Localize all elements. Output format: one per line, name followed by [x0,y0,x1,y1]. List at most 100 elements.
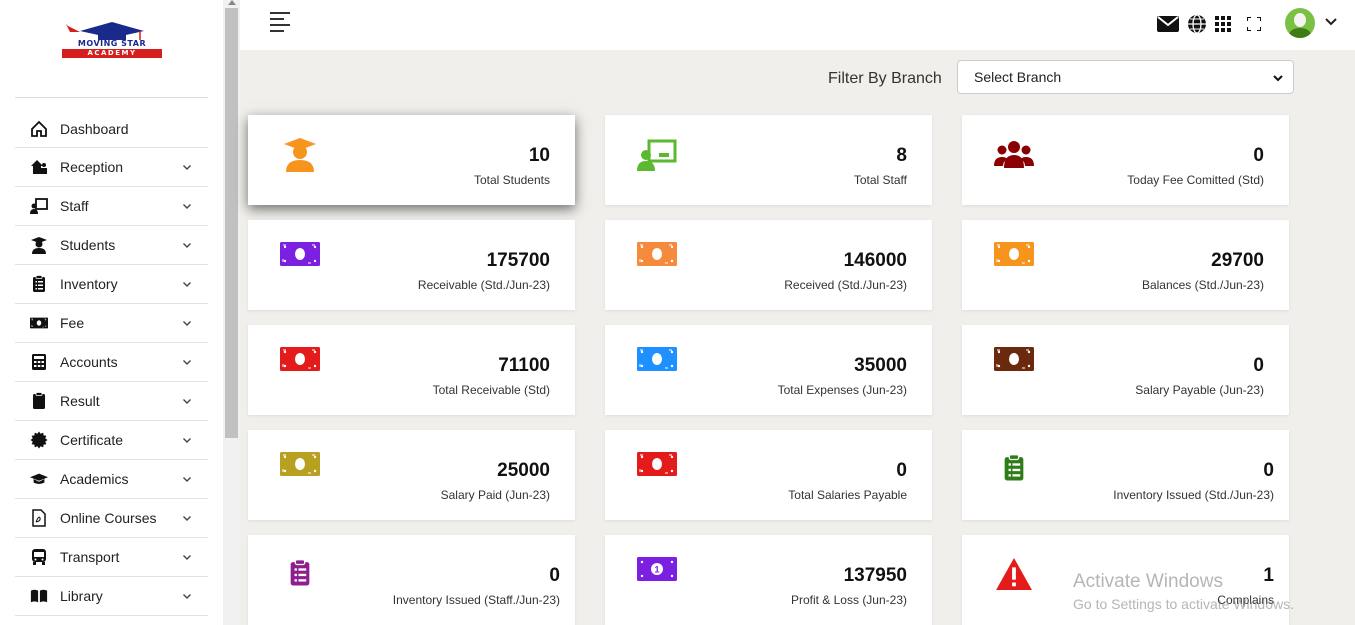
graduation-cap-icon [29,469,49,489]
stat-label: Total Receivable (Std) [432,383,550,397]
money-icon [278,347,322,391]
stat-value: 0 [1253,355,1264,376]
stat-value: 29700 [1211,250,1264,271]
stat-card[interactable]: 0 Inventory Issued (Std./Jun-23) [962,430,1289,520]
stat-label: Inventory Issued (Staff./Jun-23) [392,593,560,607]
money-icon [992,242,1036,286]
chevron-down-icon [183,399,191,404]
stat-card[interactable]: 0 Salary Payable (Jun-23) [962,325,1289,415]
stat-card[interactable]: 71100 Total Receivable (Std) [248,325,575,415]
branch-select-value: Select Branch [974,69,1062,85]
stat-card[interactable]: 0 Inventory Issued (Staff./Jun-23) [248,535,575,625]
chevron-down-icon [183,555,191,560]
scroll-up-arrow[interactable] [228,0,236,5]
sidebar-item-online-courses[interactable]: Online Courses [15,499,208,538]
student-icon [29,235,49,255]
branch-select[interactable]: Select Branch [957,60,1294,94]
stat-label: Today Fee Comitted (Std) [1127,173,1264,187]
stat-card[interactable]: 146000 Received (Std./Jun-23) [605,220,932,310]
chevron-down-icon [183,477,191,482]
clipboard-list-icon [278,557,322,601]
grid-icon[interactable] [1212,13,1234,35]
student-icon [278,135,322,179]
sidebar-item-label: Result [60,393,100,409]
sidebar-item-certificate[interactable]: Certificate [15,421,208,460]
home-icon [29,119,49,139]
stat-card[interactable]: 8 Total Staff [605,115,932,205]
brand-name: MOVING STAR [77,39,147,48]
stat-value: 0 [896,460,907,481]
clipboard-list-icon [992,452,1036,496]
stat-card[interactable]: 175700 Receivable (Std./Jun-23) [248,220,575,310]
sidebar-item-label: Certificate [60,432,124,448]
chevron-down-icon [183,282,191,287]
mail-icon[interactable] [1157,13,1179,35]
chevron-down-icon [183,243,191,248]
sidebar-menu: Dashboard Reception Staff Students Inventory… [15,111,208,616]
sidebar-item-academics[interactable]: Academics [15,460,208,499]
sidebar-item-result[interactable]: Result [15,382,208,421]
stat-value: 8 [896,145,907,166]
sidebar-item-label: Staff [60,198,89,214]
chevron-down-icon [183,594,191,599]
sidebar-item-fee[interactable]: Fee [15,304,208,343]
stat-label: Profit & Loss (Jun-23) [790,593,907,607]
chevron-down-icon [183,438,191,443]
stat-card[interactable]: 25000 Salary Paid (Jun-23) [248,430,575,520]
sidebar-item-library[interactable]: Library [15,577,208,616]
sidebar-item-dashboard[interactable]: Dashboard [15,111,208,148]
money-icon [278,452,322,496]
stat-value: 137950 [843,565,907,586]
sidebar-item-transport[interactable]: Transport [15,538,208,577]
chevron-down-icon [183,360,191,365]
sidebar-item-label: Dashboard [60,121,129,137]
stat-label: Total Students [473,173,550,187]
sidebar-item-inventory[interactable]: Inventory [15,265,208,304]
sidebar-item-label: Online Courses [60,510,157,526]
stat-label: Balances (Std./Jun-23) [1141,278,1264,292]
money-icon [992,347,1036,391]
user-avatar[interactable] [1285,8,1315,38]
globe-icon[interactable] [1186,13,1208,35]
sidebar-item-staff[interactable]: Staff [15,187,208,226]
stat-value: 0 [1253,145,1264,166]
warning-icon [992,557,1036,601]
menu-icon[interactable] [270,12,290,32]
stat-card[interactable]: 10 Total Students [248,115,575,205]
staff-icon [29,196,49,216]
stat-value: 0 [1263,460,1274,481]
sidebar-item-students[interactable]: Students [15,226,208,265]
stat-label: Total Expenses (Jun-23) [777,383,907,397]
filter-label: Filter By Branch [828,70,942,87]
sidebar-item-accounts[interactable]: Accounts [15,343,208,382]
academy-logo[interactable]: MOVING STAR ACADEMY [62,20,162,60]
pdf-file-icon [29,508,49,528]
clipboard-icon [29,391,49,411]
stat-card[interactable]: 35000 Total Expenses (Jun-23) [605,325,932,415]
fullscreen-icon[interactable] [1243,13,1265,35]
sidebar-item-label: Transport [60,549,120,565]
stat-label: Inventory Issued (Std./Jun-23) [1113,488,1274,502]
stat-label: Total Staff [853,173,907,187]
stat-value: 10 [528,145,550,166]
stat-card[interactable]: 29700 Balances (Std./Jun-23) [962,220,1289,310]
sidebar: MOVING STAR ACADEMY Dashboard Reception St… [0,0,223,625]
sidebar-item-reception[interactable]: Reception [15,148,208,187]
certificate-icon [29,430,49,450]
chevron-down-icon [183,204,191,209]
stat-card[interactable]: 0 Today Fee Comitted (Std) [962,115,1289,205]
stat-card[interactable]: 1 137950 Profit & Loss (Jun-23) [605,535,932,625]
watermark-subtitle: Go to Settings to activate Windows. [1073,596,1294,612]
chevron-down-icon [183,516,191,521]
stat-card[interactable]: 0 Total Salaries Payable [605,430,932,520]
scrollbar-thumb[interactable] [225,8,238,438]
chevron-down-icon[interactable] [1320,11,1342,33]
sidebar-item-label: Reception [60,159,124,175]
money-icon [29,313,49,333]
calculator-icon [29,352,49,372]
svg-text:1: 1 [654,565,659,575]
sidebar-item-label: Students [60,237,116,253]
stat-label: Receivable (Std./Jun-23) [417,278,550,292]
money-icon [278,242,322,286]
chevron-down-icon [1273,75,1283,82]
